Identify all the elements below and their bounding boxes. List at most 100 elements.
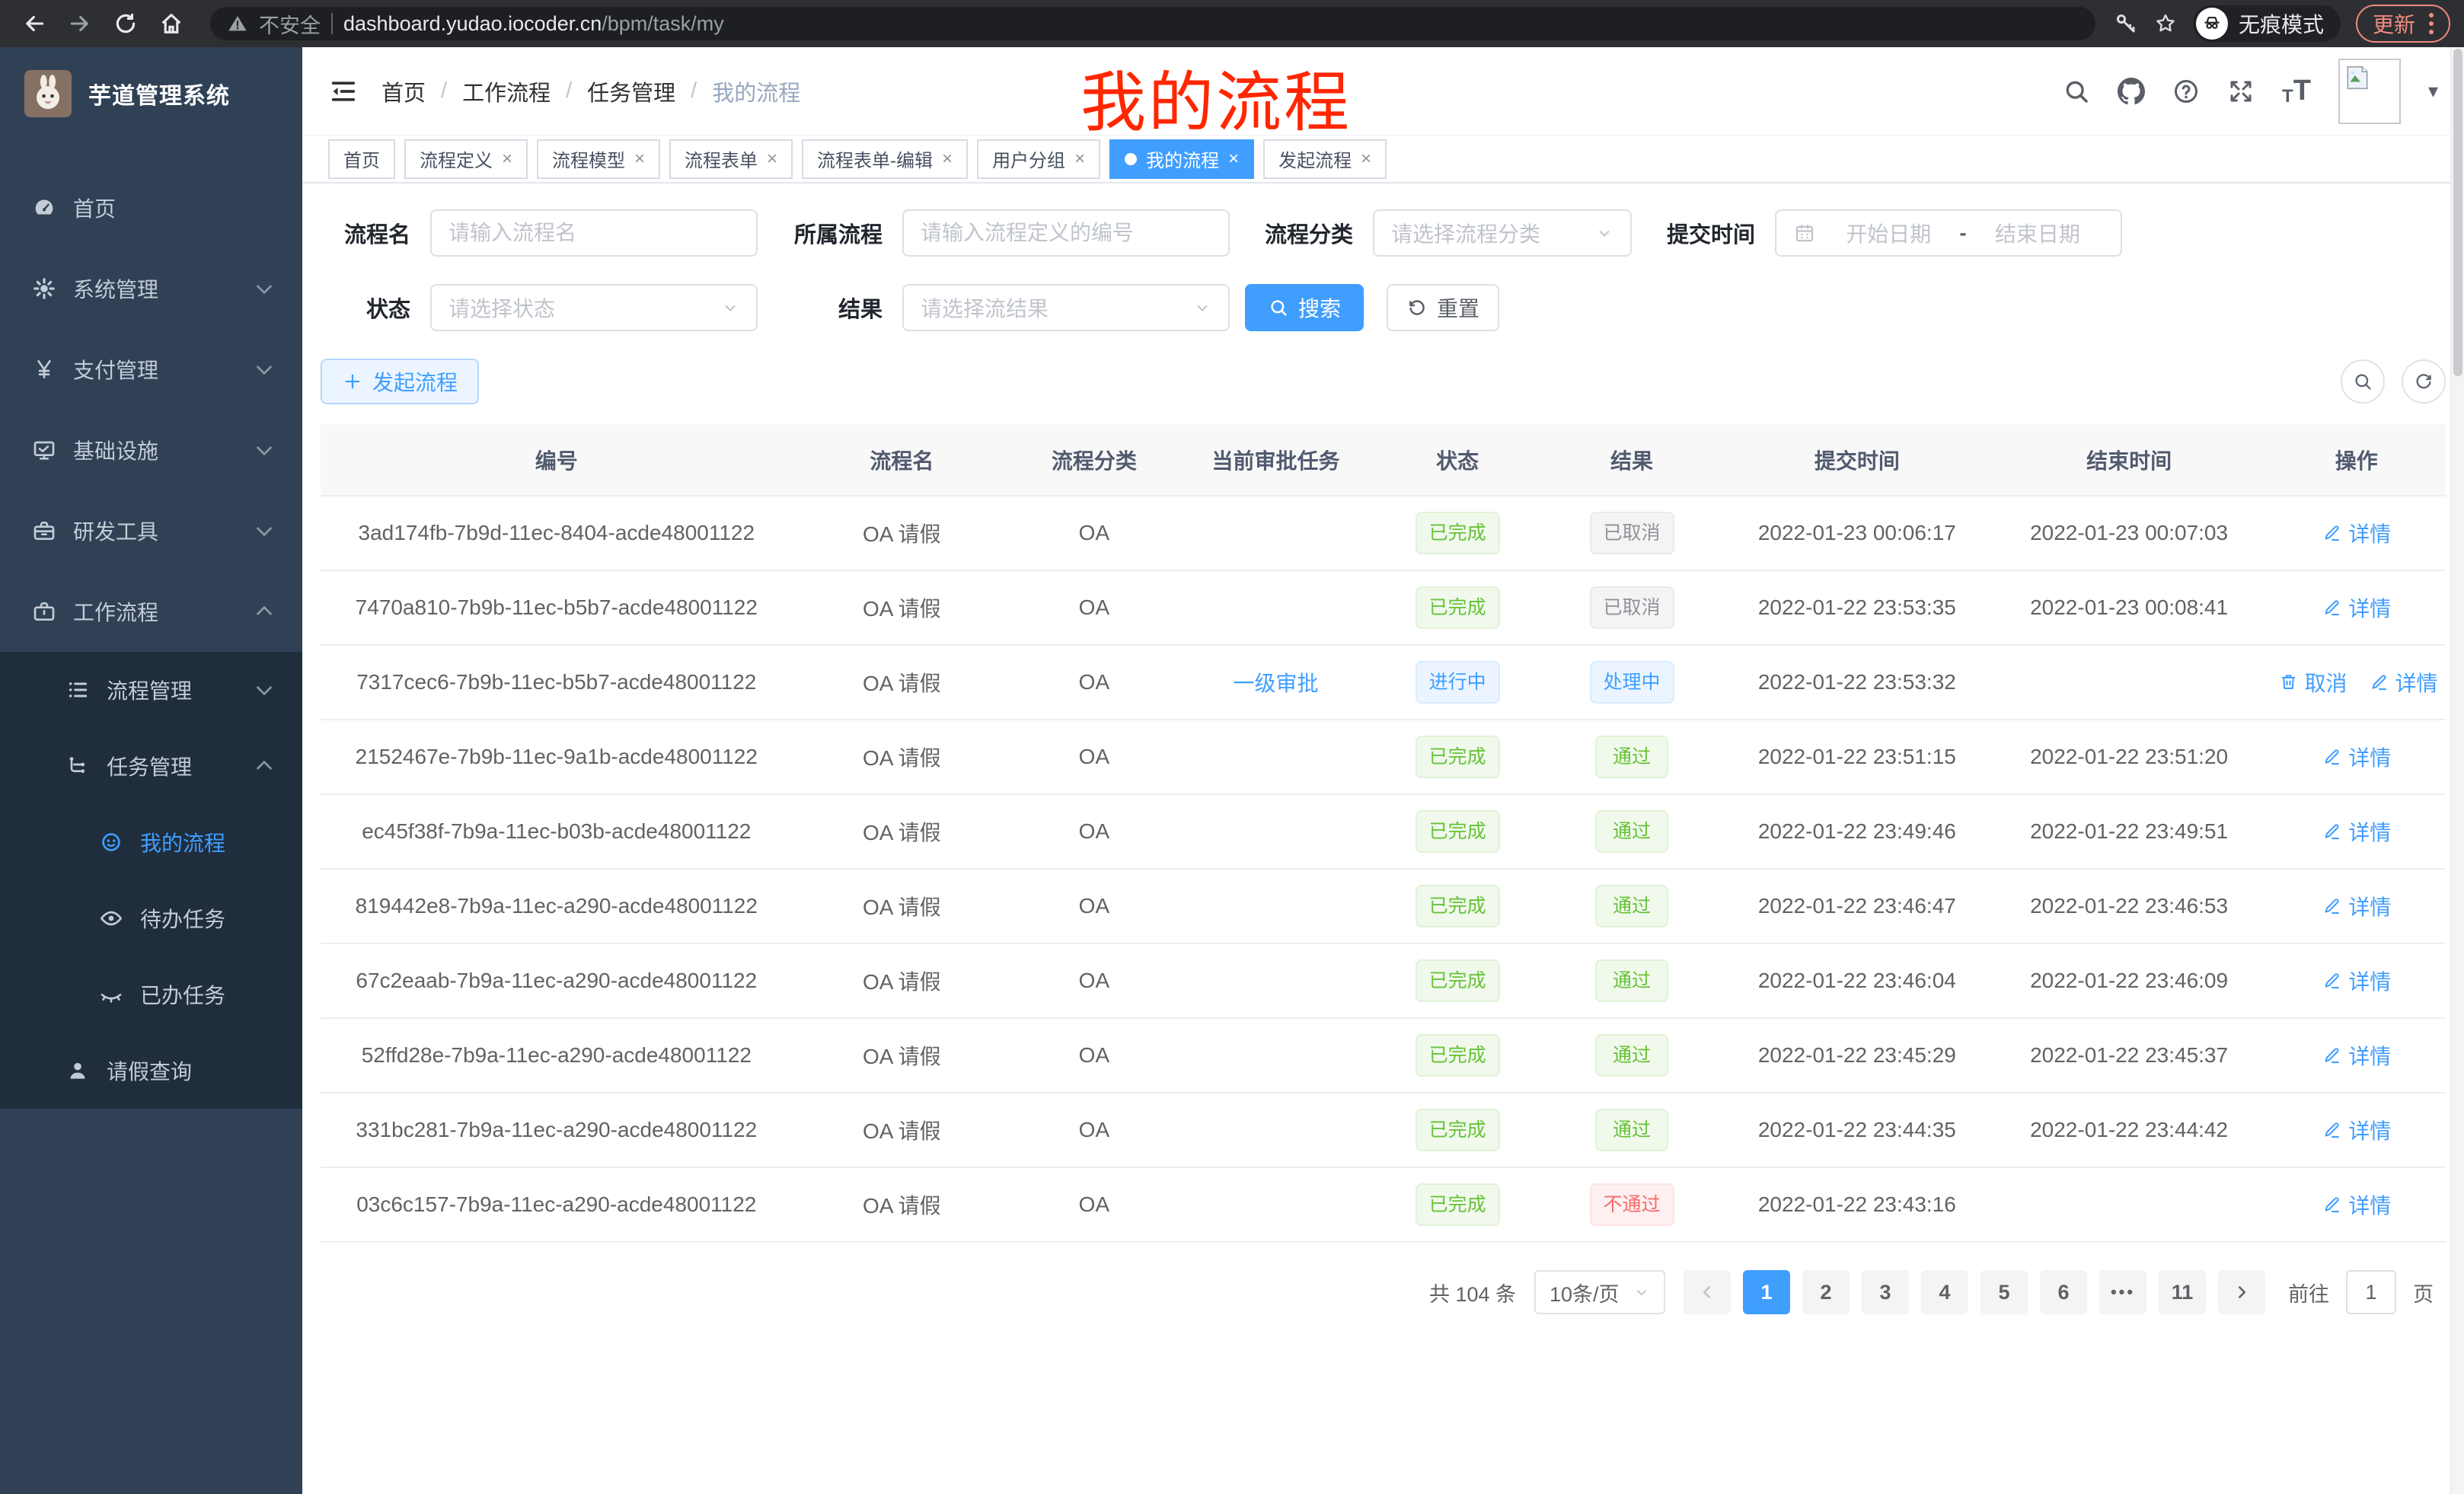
- sidebar-item-infrastructure[interactable]: 基础设施: [0, 410, 302, 490]
- process-definition-input[interactable]: [902, 209, 1230, 257]
- close-icon[interactable]: ×: [942, 150, 953, 168]
- breadcrumb-home[interactable]: 首页: [381, 75, 426, 107]
- scrollbar-thumb[interactable]: [2453, 49, 2462, 376]
- sidebar-item-task-mgmt[interactable]: 任务管理: [0, 728, 302, 804]
- refresh-list-button[interactable]: [2402, 359, 2446, 404]
- close-icon[interactable]: ×: [1228, 150, 1239, 168]
- page-button-4[interactable]: 4: [1921, 1270, 1968, 1314]
- tab-process-form-edit[interactable]: 流程表单-编辑×: [802, 139, 968, 179]
- more-pages-button[interactable]: •••: [2099, 1270, 2146, 1314]
- start-process-button[interactable]: 发起流程: [321, 359, 479, 404]
- sidebar-item-workflow[interactable]: 工作流程: [0, 571, 302, 652]
- detail-action-link[interactable]: 详情: [2369, 667, 2438, 698]
- help-icon[interactable]: [2172, 78, 2200, 105]
- browser-update-button[interactable]: 更新: [2356, 5, 2450, 43]
- sidebar-item-leave-query[interactable]: 请假查询: [0, 1033, 302, 1109]
- url-path: /bpm/task/my: [602, 12, 724, 35]
- page-button-1[interactable]: 1: [1743, 1270, 1790, 1314]
- bookmark-star-icon[interactable]: [2153, 11, 2178, 36]
- sidebar-item-process-mgmt[interactable]: 流程管理: [0, 652, 302, 728]
- page-button-6[interactable]: 6: [2040, 1270, 2087, 1314]
- page-button-5[interactable]: 5: [1980, 1270, 2028, 1314]
- avatar[interactable]: [2338, 59, 2401, 124]
- close-icon[interactable]: ×: [767, 150, 777, 168]
- category-select[interactable]: 请选择流程分类: [1373, 209, 1632, 257]
- gear-icon: [32, 276, 56, 301]
- start-date-placeholder[interactable]: 开始日期: [1822, 218, 1955, 248]
- cell-process-id: 52ffd28e-7b9a-11ec-a290-acde48001122: [321, 1018, 793, 1093]
- status-select[interactable]: 请选择状态: [430, 284, 758, 331]
- page-scrollbar[interactable]: [2450, 47, 2464, 1494]
- sidebar-item-dev-tools[interactable]: 研发工具: [0, 490, 302, 571]
- tab-my-process[interactable]: 我的流程×: [1109, 139, 1254, 179]
- close-icon[interactable]: ×: [1361, 150, 1371, 168]
- reset-button-label: 重置: [1437, 292, 1479, 323]
- sidebar-item-done-tasks[interactable]: 已办任务: [0, 956, 302, 1033]
- browser-reload-icon[interactable]: [105, 3, 146, 44]
- font-size-icon[interactable]: TT: [2282, 75, 2311, 107]
- security-label[interactable]: 不安全: [259, 9, 321, 39]
- breadcrumb-task-mgmt[interactable]: 任务管理: [587, 75, 675, 107]
- app-logo[interactable]: 芋道管理系统: [0, 47, 302, 140]
- detail-action-link[interactable]: 详情: [2322, 742, 2391, 772]
- breadcrumb-workflow[interactable]: 工作流程: [462, 75, 551, 107]
- cell-status: 已完成: [1374, 943, 1540, 1018]
- cell-category: OA: [1011, 720, 1177, 794]
- goto-page-input[interactable]: [2346, 1270, 2396, 1314]
- sidebar-item-payment[interactable]: 支付管理: [0, 329, 302, 410]
- prev-page-button[interactable]: [1684, 1270, 1731, 1314]
- submit-time-range-picker[interactable]: 开始日期 - 结束日期: [1775, 209, 2122, 257]
- detail-action-link[interactable]: 详情: [2322, 1189, 2391, 1220]
- detail-action-link[interactable]: 详情: [2322, 891, 2391, 921]
- detail-action-link[interactable]: 详情: [2322, 518, 2391, 548]
- tab-process-model[interactable]: 流程模型×: [537, 139, 660, 179]
- tab-process-definition[interactable]: 流程定义×: [404, 139, 528, 179]
- detail-action-link[interactable]: 详情: [2322, 592, 2391, 623]
- sidebar-item-todo-tasks[interactable]: 待办任务: [0, 880, 302, 956]
- toolbox-icon: [32, 519, 56, 543]
- cell-status: 已完成: [1374, 496, 1540, 570]
- fullscreen-icon[interactable]: [2227, 78, 2255, 105]
- header-search-icon[interactable]: [2063, 78, 2090, 105]
- close-icon[interactable]: ×: [1074, 150, 1085, 168]
- tab-start-process[interactable]: 发起流程×: [1263, 139, 1387, 179]
- detail-action-link[interactable]: 详情: [2322, 966, 2391, 996]
- sidebar-collapse-icon[interactable]: [328, 76, 359, 107]
- page-size-select[interactable]: 10条/页: [1534, 1270, 1665, 1314]
- page-button-2[interactable]: 2: [1802, 1270, 1850, 1314]
- page-button-11[interactable]: 11: [2159, 1270, 2206, 1314]
- browser-forward-icon[interactable]: [59, 3, 101, 44]
- detail-action-link[interactable]: 详情: [2322, 816, 2391, 847]
- avatar-caret-down-icon[interactable]: ▾: [2428, 79, 2438, 103]
- browser-menu-icon[interactable]: [2429, 13, 2434, 34]
- detail-action-link[interactable]: 详情: [2322, 1040, 2391, 1071]
- reset-button[interactable]: 重置: [1387, 284, 1499, 331]
- toggle-search-button[interactable]: [2341, 359, 2385, 404]
- page-button-3[interactable]: 3: [1862, 1270, 1909, 1314]
- browser-home-icon[interactable]: [151, 3, 192, 44]
- url-text[interactable]: dashboard.yudao.iocoder.cn/bpm/task/my: [343, 12, 724, 36]
- sidebar-item-my-process[interactable]: 我的流程: [0, 804, 302, 880]
- key-icon[interactable]: [2114, 11, 2138, 36]
- current-task-link[interactable]: 一级审批: [1234, 672, 1319, 695]
- result-select[interactable]: 请选择流结果: [902, 284, 1230, 331]
- cancel-action-link[interactable]: 取消: [2278, 667, 2348, 698]
- process-name-input[interactable]: [430, 209, 758, 257]
- tab-user-group[interactable]: 用户分组×: [977, 139, 1100, 179]
- tab-process-form[interactable]: 流程表单×: [669, 139, 793, 179]
- cell-submit-time: 2022-01-22 23:44:35: [1723, 1093, 1991, 1167]
- detail-action-link[interactable]: 详情: [2322, 1115, 2391, 1145]
- search-button[interactable]: 搜索: [1245, 284, 1364, 331]
- close-icon[interactable]: ×: [502, 150, 512, 168]
- address-bar[interactable]: 不安全 dashboard.yudao.iocoder.cn/bpm/task/…: [210, 7, 2095, 40]
- sidebar-item-system[interactable]: 系统管理: [0, 248, 302, 329]
- next-page-button[interactable]: [2218, 1270, 2265, 1314]
- browser-back-icon[interactable]: [14, 3, 55, 44]
- end-date-placeholder[interactable]: 结束日期: [1971, 218, 2104, 248]
- sidebar-item-home[interactable]: 首页: [0, 168, 302, 248]
- close-icon[interactable]: ×: [634, 150, 645, 168]
- cell-submit-time: 2022-01-22 23:46:04: [1723, 943, 1991, 1018]
- cell-submit-time: 2022-01-23 00:06:17: [1723, 496, 1991, 570]
- tab-home[interactable]: 首页: [328, 139, 395, 179]
- github-icon[interactable]: [2118, 78, 2145, 105]
